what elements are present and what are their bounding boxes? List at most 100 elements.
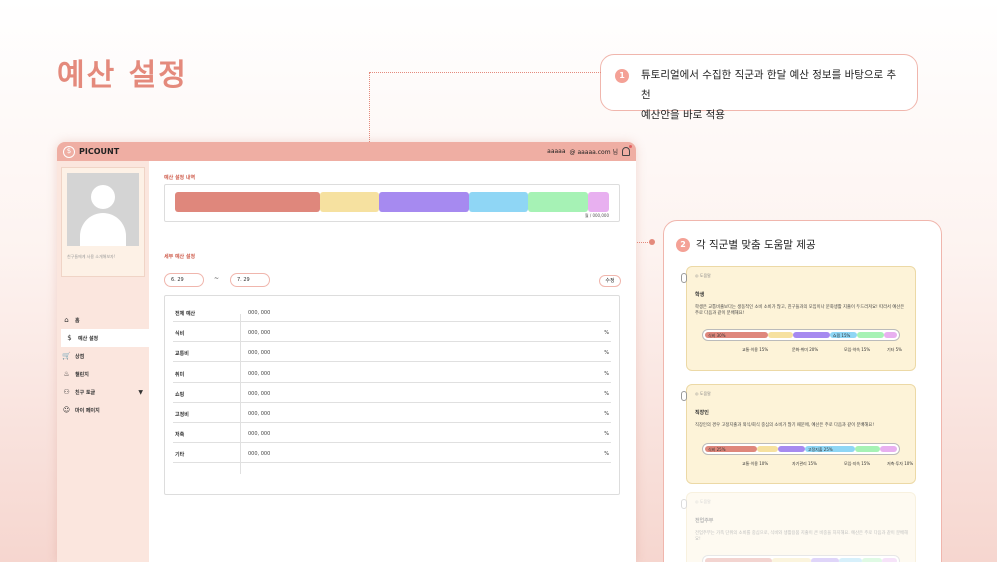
sidebar-item-mypage[interactable]: ☺ 마이 페이지 (57, 401, 149, 419)
row-percent: % (604, 451, 609, 458)
guide-tag: ◎ 도움말 (695, 273, 711, 278)
row-amount-input[interactable]: 000, 000 (248, 451, 270, 457)
guide-bar-segment (756, 446, 778, 452)
connector-line (369, 72, 601, 73)
date-from-field[interactable]: 6. 29 (164, 273, 204, 287)
row-amount-input[interactable]: 000, 000 (248, 350, 270, 356)
guide-bar-segment (777, 446, 805, 452)
main-content: 예산 설정 내역 월 / 000,000 세부 예산 설정 6. 29 ~ 7.… (149, 161, 636, 562)
budget-segment (587, 192, 609, 212)
guide-label: 모임·약속 15% (844, 347, 871, 352)
guide-bar-segment (810, 558, 840, 562)
sidebar-item-label: 홈 (75, 317, 80, 324)
table-row[interactable]: 교통비 000, 000% (173, 342, 611, 363)
sidebar-item-label: 친구 토글 (75, 389, 96, 396)
table-row[interactable]: 저축 000, 000% (173, 423, 611, 444)
guide-card: ◎ 도움말 학생 학생은 교통비출보다는 생동적인 소비 소비가 많고, 친구들과의… (681, 266, 916, 371)
row-percent: % (604, 411, 609, 417)
profile-card: 친구들에게 사용 소개해보자! (61, 167, 145, 277)
page-title: 예산 설정 (57, 58, 188, 93)
guide-bar-segment: 고정지출 25% (804, 446, 855, 452)
row-amount-input[interactable]: 000, 000 (248, 310, 270, 316)
guide-label: 모임·지속 15% (844, 461, 871, 466)
hook-icon (681, 391, 687, 401)
guide-card: ◎ 도움말 전업주부 전업주부는 가족 단위의 소비를 중심으로, 식비와 생활용품… (681, 492, 916, 562)
table-row[interactable]: 기타 000, 000% (173, 443, 611, 464)
fire-icon: ♨ (63, 370, 70, 378)
callout-number-badge: 2 (676, 238, 690, 252)
table-row[interactable]: 쇼핑 000, 000% (173, 383, 611, 403)
guide-bar-segment: 쇼핑 15% (829, 332, 857, 338)
guide-role: 전업주부 (695, 518, 714, 524)
guide-label: 교통·이용 10% (742, 461, 769, 466)
guide-bar-segment (772, 558, 811, 562)
sidebar-item-budget[interactable]: $ 예산 설정 (61, 329, 149, 347)
guide-bar-segment (862, 558, 882, 562)
budget-segment (175, 192, 320, 212)
app-window: $ PICOUNT aaaaa @ aaaaa.com 님 친구들에게 사용 소… (57, 142, 636, 562)
guide-card: ◎ 도움말 직장인 직장인의 경우 고정지출과 외식/회식 중심의 소비가 많기 때… (681, 384, 916, 484)
row-percent: % (604, 370, 609, 377)
row-amount-input[interactable]: 000, 000 (248, 411, 270, 417)
sidebar-item-challenge[interactable]: ♨ 챌린지 (57, 365, 149, 383)
budget-summary-box: 월 / 000,000 (164, 184, 620, 222)
row-amount-input[interactable]: 000, 000 (248, 371, 270, 377)
budget-segment (379, 192, 469, 212)
guide-bar-segment (705, 558, 773, 562)
chevron-down-icon[interactable]: ▼ (138, 389, 143, 396)
app-logo[interactable]: PICOUNT (79, 147, 119, 156)
guide-description: 전업주부는 가족 단위의 소비를 중심으로, 식비와 생활용품 지출이 큰 비중… (695, 531, 908, 542)
bell-icon[interactable] (622, 145, 632, 156)
guide-label: 기타 5% (887, 347, 902, 352)
date-to-field[interactable]: 7. 29 (230, 273, 270, 287)
table-row[interactable]: 전체 예산 000, 000 (173, 302, 611, 322)
guide-mini-bar: 식비 25% 고정지출 25% (702, 443, 900, 455)
guide-bar-segment (854, 446, 880, 452)
row-category: 저축 (175, 432, 185, 439)
budget-segment (468, 192, 529, 212)
row-amount-input[interactable]: 000, 000 (248, 431, 270, 437)
row-percent: % (604, 431, 609, 438)
guide-role: 학생 (695, 292, 705, 298)
hook-icon (681, 499, 687, 509)
profile-hint: 친구들에게 사용 소개해보자! (67, 254, 116, 259)
guide-bar-segment (879, 446, 897, 452)
edit-button[interactable]: 수정 (599, 275, 621, 287)
guide-bar-segment: 식비 30% (705, 332, 769, 338)
table-row[interactable]: 식비 000, 000% (173, 322, 611, 343)
row-category: 쇼핑 (175, 391, 185, 398)
row-category: 고정비 (175, 412, 189, 418)
home-icon: ⌂ (64, 316, 69, 324)
guide-bar-segment (793, 332, 830, 338)
sidebar-item-label: 마이 페이지 (75, 407, 100, 414)
user-email: @ aaaaa.com 님 (569, 149, 618, 156)
budget-bar-caption: 월 / 000,000 (584, 213, 609, 218)
sidebar-item-friends[interactable]: ⚇ 친구 토글 ▼ (57, 383, 149, 401)
guide-bar-segment (881, 558, 897, 562)
budget-section-label: 예산 설정 내역 (164, 175, 196, 181)
sidebar-item-label: 상점 (75, 353, 85, 360)
callout-tutorial: 1 튜토리얼에서 수집한 직군과 한달 예산 정보를 바탕으로 추천 예산안을 … (600, 54, 918, 121)
sidebar-item-shop[interactable]: 🛒 상점 (57, 347, 149, 365)
sidebar-item-home[interactable]: ⌂ 홈 (57, 311, 149, 329)
table-row[interactable]: 취미 000, 000% (173, 363, 611, 383)
friends-icon: ⚇ (63, 388, 70, 396)
row-category: 기타 (175, 452, 185, 459)
row-amount-input[interactable]: 000, 000 (248, 330, 270, 336)
guide-panel-title: 각 직군별 맞춤 도움말 제공 (696, 239, 816, 251)
guide-label: 자기관리 15% (792, 461, 817, 466)
guide-description: 직장인의 경우 고정지출과 외식/회식 중심의 소비가 많기 때문에, 예산은 … (695, 423, 875, 428)
table-row[interactable]: 고정비 000, 000% (173, 403, 611, 423)
row-amount-input[interactable]: 000, 000 (248, 391, 270, 397)
guide-mini-bar: 식비 30% 쇼핑 15% (702, 329, 900, 341)
user-name: aaaaa (547, 148, 566, 155)
guide-label: 저축·투자 10% (887, 461, 914, 466)
guide-bar-segment (768, 332, 794, 338)
sidebar: 친구들에게 사용 소개해보자! ⌂ 홈 $ 예산 설정 🛒 상점 ♨ 챌린지 ⚇… (57, 161, 149, 562)
budget-detail-table: 전체 예산 000, 000 식비 000, 000% 교통비 000, 000% 취미 00… (164, 295, 620, 495)
date-separator: ~ (214, 275, 220, 282)
guide-label: 교통·이용 15% (742, 347, 769, 352)
avatar[interactable] (67, 173, 139, 246)
user-info: aaaaa @ aaaaa.com 님 (547, 145, 632, 156)
user-icon: ☺ (62, 406, 71, 414)
